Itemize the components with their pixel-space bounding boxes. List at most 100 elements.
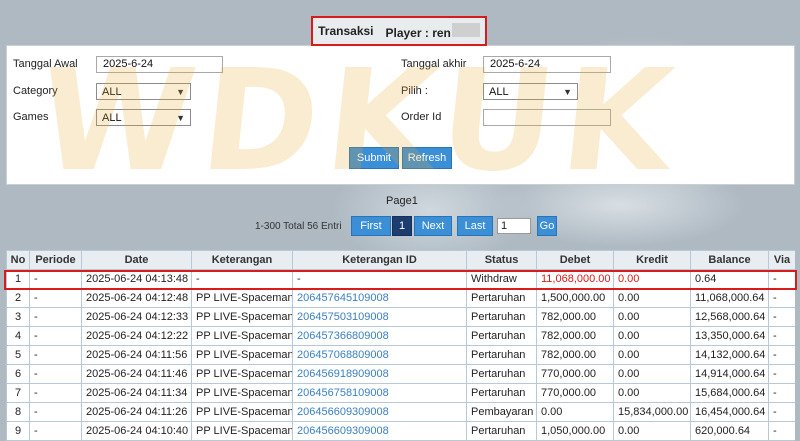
cell-no: 4 [6, 326, 30, 346]
title-player: Player : ren [386, 22, 480, 40]
table-row[interactable]: 5-2025-06-24 04:11:56 PP LIVE-Spaceman 206… [6, 345, 795, 365]
last-page-button[interactable]: Last [457, 216, 493, 236]
cell-date: 2025-06-24 04:13:48 [81, 269, 192, 289]
cell-periode: - [29, 307, 82, 327]
cell-periode: - [29, 326, 82, 346]
cell-keterangan-id[interactable]: 206456758109008 [292, 383, 467, 403]
refresh-button[interactable]: Refresh [402, 147, 452, 169]
table-row[interactable]: 3-2025-06-24 04:12:33 PP LIVE-Spaceman 206… [6, 307, 795, 327]
cell-debet: 770,000.00 [536, 364, 614, 384]
cell-keterangan: PP LIVE-Spaceman [191, 307, 293, 327]
col-status[interactable]: Status [466, 250, 537, 270]
cell-balance: 620,000.64 [690, 421, 769, 441]
order-id-label: Order Id [401, 111, 442, 123]
col-periode[interactable]: Periode [29, 250, 82, 270]
cell-balance: 11,068,000.64 [690, 288, 769, 308]
col-keterangan[interactable]: Keterangan [191, 250, 293, 270]
cell-keterangan-id[interactable]: 206457503109008 [292, 307, 467, 327]
cell-keterangan: PP LIVE-Spaceman [191, 364, 293, 384]
cell-periode: - [29, 402, 82, 422]
cell-balance: 13,350,000.64 [690, 326, 769, 346]
col-via[interactable]: Via [768, 250, 795, 270]
transactions-table: No Periode Date Keterangan Keterangan ID… [6, 250, 795, 441]
current-page-button[interactable]: 1 [392, 216, 412, 236]
col-debet[interactable]: Debet [536, 250, 614, 270]
table-row[interactable]: 4-2025-06-24 04:12:22 PP LIVE-Spaceman 206… [6, 326, 795, 346]
col-no[interactable]: No [6, 250, 30, 270]
table-row[interactable]: 7-2025-06-24 04:11:34 PP LIVE-Spaceman 206… [6, 383, 795, 403]
tanggal-akhir-label: Tanggal akhir [401, 58, 467, 70]
cell-keterangan-id[interactable]: 206456609309008 [292, 421, 467, 441]
cell-via: - [768, 288, 795, 308]
cell-keterangan-id: - [292, 269, 467, 289]
table-row[interactable]: 8-2025-06-24 04:11:26 PP LIVE-Spaceman 206… [6, 402, 795, 422]
cell-no: 2 [6, 288, 30, 308]
tanggal-awal-input[interactable]: 2025-6-24 [96, 56, 223, 73]
table-row[interactable]: 6-2025-06-24 04:11:46 PP LIVE-Spaceman 206… [6, 364, 795, 384]
chevron-down-icon: ▼ [176, 86, 185, 97]
filter-panel: Tanggal Awal 2025-6-24 Tanggal akhir 202… [6, 45, 795, 185]
category-select[interactable]: ALL ▼ [96, 83, 191, 100]
next-page-button[interactable]: Next [414, 216, 452, 236]
masked-name [451, 22, 480, 37]
col-kredit[interactable]: Kredit [613, 250, 691, 270]
cell-via: - [768, 383, 795, 403]
cell-keterangan-id[interactable]: 206456609309008 [292, 402, 467, 422]
cell-kredit: 0.00 [613, 383, 691, 403]
cell-no: 7 [6, 383, 30, 403]
cell-no: 5 [6, 345, 30, 365]
cell-debet: 782,000.00 [536, 307, 614, 327]
cell-periode: - [29, 345, 82, 365]
col-keterangan-id[interactable]: Keterangan ID [292, 250, 467, 270]
col-date[interactable]: Date [81, 250, 192, 270]
order-id-input[interactable] [483, 109, 611, 126]
cell-no: 9 [6, 421, 30, 441]
cell-periode: - [29, 288, 82, 308]
cell-keterangan-id[interactable]: 206457645109008 [292, 288, 467, 308]
tanggal-awal-label: Tanggal Awal [13, 58, 78, 70]
cell-no: 6 [6, 364, 30, 384]
cell-debet: 770,000.00 [536, 383, 614, 403]
page-number-input[interactable]: 1 [497, 218, 531, 234]
submit-button[interactable]: Submit [349, 147, 399, 169]
cell-date: 2025-06-24 04:12:33 [81, 307, 192, 327]
tanggal-akhir-input[interactable]: 2025-6-24 [483, 56, 611, 73]
pilih-label: Pilih : [401, 85, 428, 97]
cell-keterangan: PP LIVE-Spaceman [191, 421, 293, 441]
go-button[interactable]: Go [537, 216, 557, 236]
cell-keterangan-id[interactable]: 206457068809008 [292, 345, 467, 365]
cell-status: Pertaruhan [466, 326, 537, 346]
chevron-down-icon: ▼ [563, 86, 572, 97]
cell-no: 1 [6, 269, 30, 289]
cell-date: 2025-06-24 04:11:46 [81, 364, 192, 384]
pilih-select[interactable]: ALL ▼ [483, 83, 578, 100]
table-row[interactable]: 1-2025-06-24 04:13:48- - Withdraw 11,068,00… [6, 269, 795, 289]
cell-no: 8 [6, 402, 30, 422]
cell-date: 2025-06-24 04:12:22 [81, 326, 192, 346]
cell-kredit: 0.00 [613, 364, 691, 384]
cell-balance: 12,568,000.64 [690, 307, 769, 327]
cell-keterangan: PP LIVE-Spaceman [191, 345, 293, 365]
cell-via: - [768, 307, 795, 327]
games-label: Games [13, 111, 49, 123]
col-balance[interactable]: Balance [690, 250, 769, 270]
table-row[interactable]: 9-2025-06-24 04:10:40 PP LIVE-Spaceman 206… [6, 421, 795, 441]
table-row[interactable]: 2-2025-06-24 04:12:48 PP LIVE-Spaceman 206… [6, 288, 795, 308]
cell-keterangan-id[interactable]: 206457366809008 [292, 326, 467, 346]
cell-kredit: 0.00 [613, 269, 691, 289]
cell-date: 2025-06-24 04:12:48 [81, 288, 192, 308]
cell-balance: 0.64 [690, 269, 769, 289]
pilih-value: ALL [489, 85, 509, 98]
cell-periode: - [29, 364, 82, 384]
cell-kredit: 0.00 [613, 288, 691, 308]
cell-periode: - [29, 269, 82, 289]
cell-status: Pembayaran [466, 402, 537, 422]
first-page-button[interactable]: First [351, 216, 391, 236]
cell-via: - [768, 345, 795, 365]
cell-keterangan-id[interactable]: 206456918909008 [292, 364, 467, 384]
cell-status: Pertaruhan [466, 288, 537, 308]
games-select[interactable]: ALL ▼ [96, 109, 191, 126]
cell-date: 2025-06-24 04:11:26 [81, 402, 192, 422]
cell-no: 3 [6, 307, 30, 327]
cell-status: Pertaruhan [466, 364, 537, 384]
